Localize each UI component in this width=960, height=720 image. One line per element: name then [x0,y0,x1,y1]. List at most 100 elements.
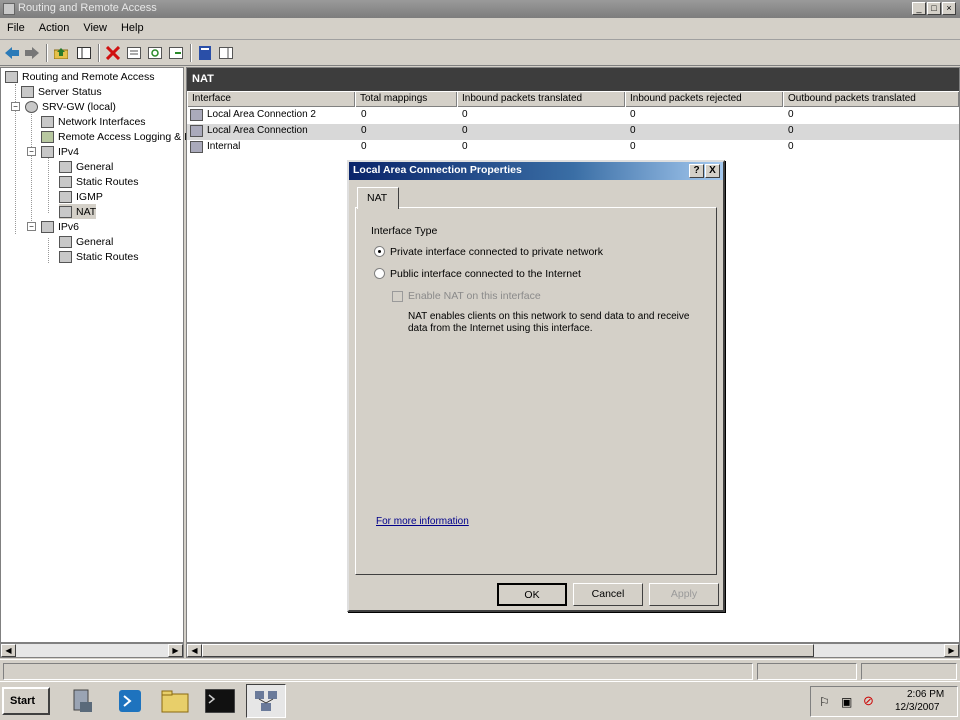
apply-button[interactable]: Apply [649,583,719,606]
refresh-icon [148,47,162,59]
tree-ipv4-general[interactable]: General [59,159,113,174]
details-hscrollbar[interactable]: ◀ ▶ [186,643,960,658]
clock-time[interactable]: 2:06 PM [907,689,944,700]
tree-network-interfaces[interactable]: Network Interfaces [41,114,146,129]
window-title: Routing and Remote Access [18,2,157,14]
folder-icon [161,690,189,713]
tree-server-status[interactable]: Server Status [21,84,102,99]
taskbar-server-manager[interactable] [62,684,102,718]
tree-hscrollbar[interactable]: ◀ ▶ [0,643,184,658]
close-button[interactable]: × [942,2,956,15]
properties-dialog: Local Area Connection Properties ? X NAT… [347,160,725,612]
tree-ipv6-general[interactable]: General [59,234,113,249]
ipv4-icon [41,145,54,158]
scroll-thumb[interactable] [202,644,814,657]
tree-ipv6[interactable]: IPv6 [41,219,79,234]
menu-bar: File Action View Help [0,18,960,40]
start-button[interactable]: Start [2,687,50,715]
tab-nat[interactable]: NAT [357,187,399,209]
tree-remote-access-logging[interactable]: Remote Access Logging & I [41,129,187,144]
enable-nat-label: Enable NAT on this interface [408,290,541,302]
radio-private-label[interactable]: Private interface connected to private n… [390,246,603,258]
nat-description-line2: data from the Internet using this interf… [408,323,593,334]
up-folder-button[interactable] [52,44,70,62]
dialog-help-button[interactable]: ? [689,164,704,178]
logging-icon [41,130,54,143]
flag-icon[interactable]: ⚐ [819,695,830,709]
scroll-left-arrow-icon[interactable]: ◀ [1,644,16,657]
menu-file[interactable]: File [0,18,32,40]
taskbar: Start ⚐ ▣ ⊘ 2:06 PM 12/3/2007 [0,681,960,720]
expand-ipv6-toggle[interactable]: − [27,222,36,231]
taskbar-powershell[interactable] [110,684,150,718]
properties-icon [127,47,141,59]
col-inbound-rejected[interactable]: Inbound packets rejected [625,92,783,107]
status-pane [757,663,857,680]
minimize-button[interactable]: _ [912,2,926,15]
tree-ipv4[interactable]: IPv4 [41,144,79,159]
network-interfaces-icon [41,115,54,128]
tree-ipv6-static-routes[interactable]: Static Routes [59,249,138,264]
col-outbound-translated[interactable]: Outbound packets translated [783,92,959,107]
no-entry-icon[interactable]: ⊘ [863,693,874,709]
toolbar [0,40,960,66]
tree-ipv4-static-routes[interactable]: Static Routes [59,174,138,189]
nat-description-line1: NAT enables clients on this network to s… [408,311,690,322]
tree-ipv4-igmp[interactable]: IGMP [59,189,103,204]
window-title-bar[interactable]: Routing and Remote Access [0,0,960,18]
back-button[interactable] [3,44,21,62]
taskbar-routing-remote-access[interactable] [246,684,286,718]
col-total-mappings[interactable]: Total mappings [355,92,457,107]
column-headers: Interface Total mappings Inbound packets… [187,92,959,107]
dialog-close-button[interactable]: X [705,164,720,178]
powershell-icon [119,690,141,712]
interface-type-label: Interface Type [371,225,438,237]
scroll-right-arrow-icon[interactable]: ▶ [944,644,959,657]
ok-button[interactable]: OK [497,583,567,606]
network-tray-icon[interactable]: ▣ [841,695,852,709]
more-info-link[interactable]: For more information [376,516,469,527]
col-inbound-translated[interactable]: Inbound packets translated [457,92,625,107]
menu-help[interactable]: Help [114,18,151,40]
show-hide-tree-button[interactable] [75,44,93,62]
help-button[interactable] [196,44,214,62]
tree-root[interactable]: Routing and Remote Access [5,69,155,84]
radio-public-label[interactable]: Public interface connected to the Intern… [390,268,581,280]
refresh-button[interactable] [146,44,164,62]
clock-date[interactable]: 12/3/2007 [895,702,940,713]
scroll-left-arrow-icon[interactable]: ◀ [187,644,202,657]
table-row[interactable]: Local Area Connection 0 0 0 0 [187,124,959,140]
forward-arrow-icon [25,47,39,59]
taskbar-explorer[interactable] [155,684,195,718]
expand-ipv4-toggle[interactable]: − [27,147,36,156]
col-interface[interactable]: Interface [187,92,355,107]
table-row[interactable]: Internal 0 0 0 0 [187,140,959,156]
cancel-button[interactable]: Cancel [573,583,643,606]
general-icon [59,235,72,248]
enable-nat-checkbox[interactable] [392,291,403,302]
table-row[interactable]: Local Area Connection 2 0 0 0 0 [187,108,959,124]
action-pane-button[interactable] [217,44,235,62]
export-list-button[interactable] [167,44,185,62]
scroll-right-arrow-icon[interactable]: ▶ [168,644,183,657]
server-status-icon [21,85,34,98]
status-pane [3,663,753,680]
expand-server-toggle[interactable]: − [11,102,20,111]
radio-public-interface[interactable] [374,268,385,279]
menu-action[interactable]: Action [32,18,77,40]
delete-x-icon [106,46,120,60]
menu-view[interactable]: View [76,18,114,40]
forward-button[interactable] [23,44,41,62]
properties-button[interactable] [125,44,143,62]
maximize-button[interactable]: □ [927,2,941,15]
delete-button[interactable] [104,44,122,62]
tree-ipv4-nat[interactable]: NAT [59,204,97,219]
nat-icon [59,205,72,218]
static-routes-icon [59,175,72,188]
taskbar-command-prompt[interactable] [200,684,240,718]
dialog-title-bar[interactable]: Local Area Connection Properties [349,162,723,180]
tree-server[interactable]: SRV-GW (local) [25,99,116,114]
system-tray: ⚐ ▣ ⊘ 2:06 PM 12/3/2007 [810,686,958,717]
radio-private-interface[interactable] [374,246,385,257]
status-bar [0,659,960,681]
